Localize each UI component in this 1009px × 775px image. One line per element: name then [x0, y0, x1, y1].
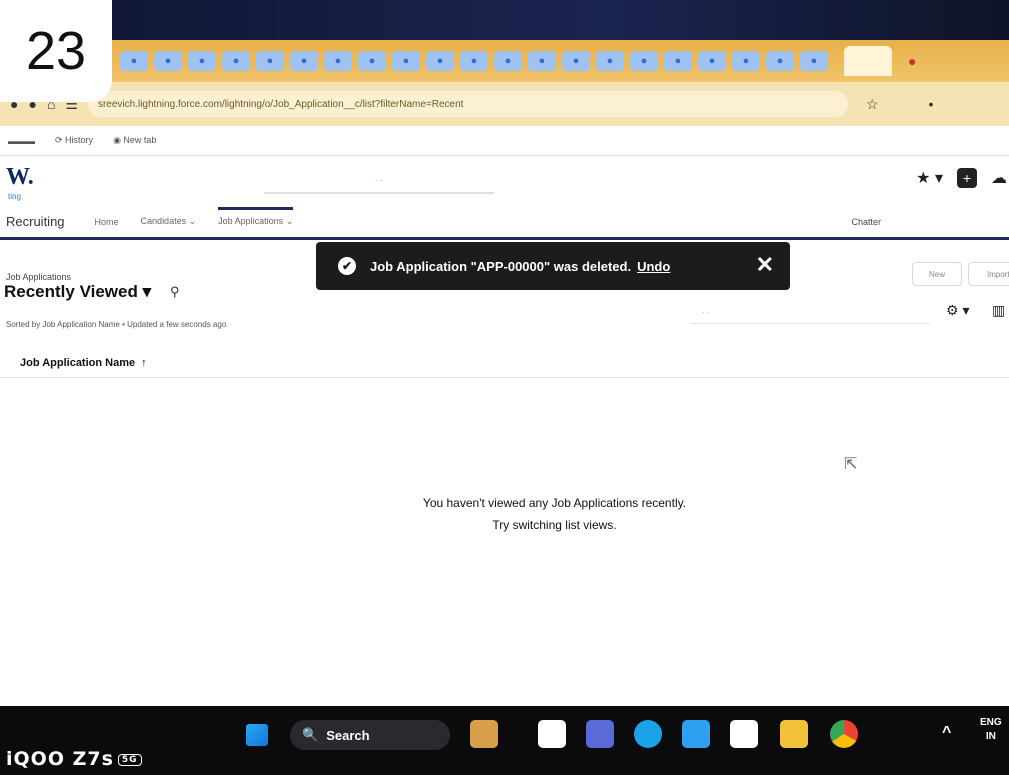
- list-search-input[interactable]: · ·: [690, 302, 930, 324]
- app-navigation-bar: Recruiting Home Candidates ⌄ Job Applica…: [0, 206, 1009, 240]
- mail-icon[interactable]: [682, 720, 710, 748]
- windows-start-icon[interactable]: [246, 724, 268, 746]
- store-icon[interactable]: [730, 720, 758, 748]
- browser-tab[interactable]: ●: [358, 51, 386, 71]
- browser-tab[interactable]: ●: [426, 51, 454, 71]
- taskbar-search[interactable]: 🔍 Search: [290, 720, 450, 750]
- bookmark-new-tab[interactable]: ◉ New tab: [113, 135, 156, 146]
- browser-tab[interactable]: ●: [630, 51, 658, 71]
- browser-tab[interactable]: ●: [698, 51, 726, 71]
- browser-tab[interactable]: ●: [222, 51, 250, 71]
- empty-state-message: You haven't viewed any Job Applications …: [422, 496, 687, 510]
- widgets-icon[interactable]: [470, 720, 498, 748]
- gear-icon[interactable]: ⚙ ▾: [946, 302, 969, 319]
- browser-tab[interactable]: ●: [732, 51, 760, 71]
- browser-tab[interactable]: ●: [494, 51, 522, 71]
- browser-tab[interactable]: ●: [800, 51, 828, 71]
- mouse-cursor-icon: ⇱: [844, 456, 858, 473]
- success-toast: ✔ Job Application "APP-00000" was delete…: [316, 242, 790, 290]
- app-name: Recruiting: [6, 214, 65, 229]
- app-header: W. ting · · ★ ▾ + ☁: [0, 156, 1009, 206]
- chevron-up-icon[interactable]: ^: [942, 724, 951, 742]
- table-view-icon[interactable]: ▥: [992, 302, 1005, 319]
- undo-link[interactable]: Undo: [637, 259, 670, 274]
- bookmark-star-icon[interactable]: ☆: [866, 96, 879, 113]
- bookmarks-bar: ▬▬▬ ⟳ History ◉ New tab: [0, 126, 1009, 156]
- language-indicator[interactable]: ENG IN: [980, 716, 1002, 744]
- list-meta: Sorted by Job Application Name • Updated…: [6, 320, 227, 329]
- global-actions-icon[interactable]: +: [957, 168, 977, 188]
- utility-icons: ★ ▾ + ☁: [916, 168, 1007, 188]
- browser-menu-icon[interactable]: •: [929, 96, 934, 112]
- browser-tab[interactable]: ●: [120, 51, 148, 71]
- browser-tab[interactable]: ●: [766, 51, 794, 71]
- list-view-panel: Job Applications Recently Viewed ▾ ⚲ Sor…: [0, 240, 1009, 706]
- search-icon: 🔍: [302, 727, 319, 742]
- favorites-star-icon[interactable]: ★ ▾: [916, 168, 943, 188]
- empty-state-hint: Try switching list views.: [492, 518, 617, 532]
- browser-tab[interactable]: ●: [392, 51, 420, 71]
- browser-tab[interactable]: ●: [596, 51, 624, 71]
- browser-tab[interactable]: ●: [188, 51, 216, 71]
- browser-tab[interactable]: ●: [528, 51, 556, 71]
- browser-tab-active[interactable]: [844, 46, 892, 76]
- teams-icon[interactable]: [586, 720, 614, 748]
- new-button[interactable]: New: [912, 262, 962, 286]
- sort-arrow-icon: ↑: [141, 356, 147, 369]
- logo-subtitle: ting: [8, 192, 21, 201]
- file-explorer-icon[interactable]: [780, 720, 808, 748]
- browser-tab[interactable]: ●: [664, 51, 692, 71]
- bookmark-item[interactable]: ▬▬▬: [8, 136, 35, 146]
- tab-home[interactable]: Home: [95, 217, 119, 227]
- tab-chatter[interactable]: Chatter: [851, 217, 881, 227]
- edge-icon[interactable]: [634, 720, 662, 748]
- url-field[interactable]: sreevich.lightning.force.com/lightning/o…: [87, 91, 848, 117]
- global-search-input[interactable]: · ·: [264, 168, 494, 194]
- object-label: Job Applications: [6, 272, 72, 282]
- close-icon[interactable]: ●: [908, 53, 916, 69]
- browser-tab[interactable]: ●: [562, 51, 590, 71]
- company-logo[interactable]: W.: [6, 164, 34, 191]
- browser-tab[interactable]: ●: [290, 51, 318, 71]
- step-number-badge: 23: [0, 0, 112, 102]
- task-view-icon[interactable]: [538, 720, 566, 748]
- browser-tab[interactable]: ●: [154, 51, 182, 71]
- tab-candidates[interactable]: Candidates ⌄: [141, 216, 197, 227]
- pin-icon[interactable]: ⚲: [170, 284, 180, 300]
- list-view-selector[interactable]: Recently Viewed ▾: [4, 282, 151, 302]
- windows-taskbar: 🔍 Search ^ ENG IN: [0, 706, 1009, 775]
- column-header-job-application-name[interactable]: Job Application Name ↑: [0, 348, 1009, 378]
- close-icon[interactable]: ✕: [756, 252, 774, 278]
- browser-tab[interactable]: ●: [256, 51, 284, 71]
- chrome-icon[interactable]: [830, 720, 858, 748]
- browser-tab[interactable]: ●: [324, 51, 352, 71]
- bookmark-history[interactable]: ⟳ History: [55, 135, 93, 146]
- address-bar-row: ● ● ⌂ ☰ sreevich.lightning.force.com/lig…: [0, 82, 1009, 126]
- import-button[interactable]: Import: [968, 262, 1009, 286]
- browser-tab[interactable]: ●: [460, 51, 488, 71]
- browser-tab-strip: ● ● ● ● ● ● ● ● ● ● ● ● ● ● ● ● ● ● ● ● …: [100, 40, 1009, 82]
- tab-job-applications[interactable]: Job Applications ⌄: [218, 206, 294, 227]
- camera-watermark: iQOO Z7s 5G: [6, 748, 142, 770]
- toast-message: Job Application "APP-00000" was deleted.: [370, 258, 632, 274]
- success-check-icon: ✔: [338, 257, 356, 275]
- setup-icon[interactable]: ☁: [991, 168, 1007, 188]
